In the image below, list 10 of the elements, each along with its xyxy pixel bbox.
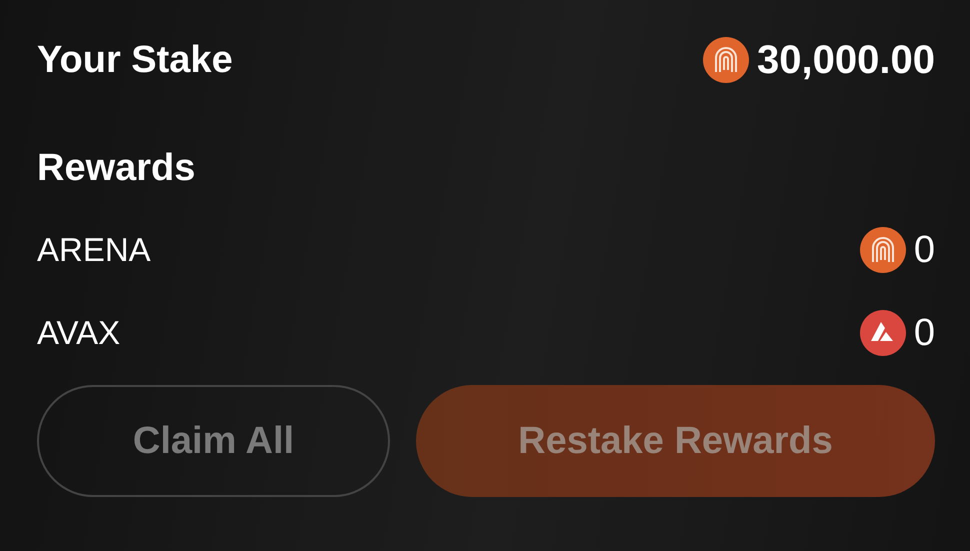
- stake-amount: 30,000.00: [757, 38, 935, 82]
- arena-token-icon: [703, 37, 750, 83]
- reward-token-name: ARENA: [37, 231, 151, 269]
- stake-label: Your Stake: [37, 38, 233, 82]
- arena-token-icon: [860, 227, 906, 273]
- reward-token-name: AVAX: [37, 314, 120, 352]
- avalanche-token-icon: [860, 310, 906, 356]
- rewards-heading: Rewards: [37, 146, 196, 190]
- reward-amount: 0: [914, 228, 935, 272]
- reward-amount: 0: [914, 312, 935, 354]
